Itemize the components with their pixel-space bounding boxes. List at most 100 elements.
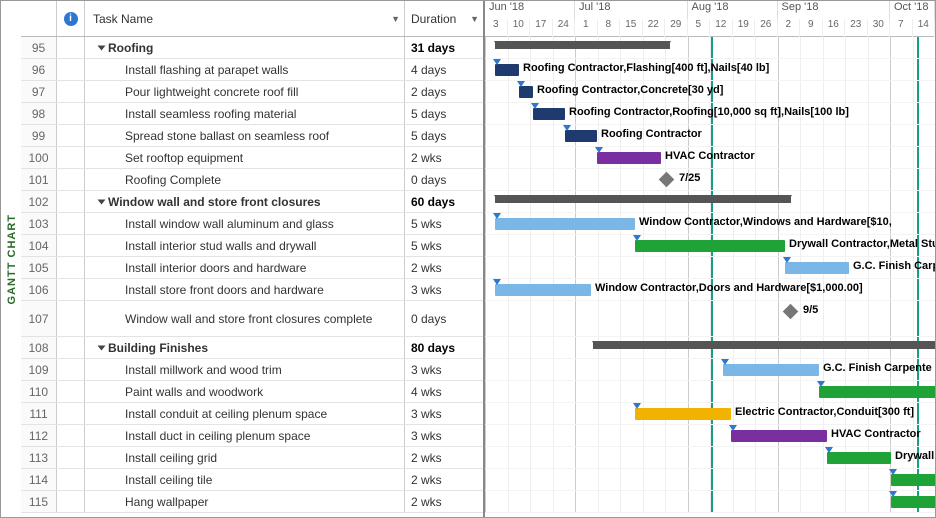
gantt-row: Paint [485,381,935,403]
table-row[interactable]: 105Install interior doors and hardware2 … [21,257,483,279]
table-row[interactable]: 102Window wall and store front closures6… [21,191,483,213]
gantt-bar[interactable] [785,262,849,274]
gantt-row: Drywall Contractor,Metal Studs [485,235,935,257]
task-name: Window wall and store front closures com… [125,312,372,326]
table-row[interactable]: 100Set rooftop equipment2 wks [21,147,483,169]
gantt-bar[interactable] [597,152,661,164]
gantt-bar[interactable] [723,364,819,376]
col-header-duration[interactable]: Duration▼ [405,1,483,36]
gantt-bar[interactable] [731,430,827,442]
gantt-bar[interactable] [519,86,533,98]
gantt-row: Drywall Con [485,447,935,469]
day-header: 2 [778,19,801,37]
table-row[interactable]: 115Hang wallpaper2 wks [21,491,483,513]
task-name: Install millwork and wood trim [125,363,282,377]
collapse-icon[interactable] [98,45,106,50]
gantt-bar[interactable] [891,474,935,486]
gantt-bar[interactable] [533,108,565,120]
task-duration: 0 days [405,169,483,190]
bar-label: HVAC Contractor [831,428,921,440]
gantt-bar[interactable] [635,240,785,252]
task-name: Building Finishes [108,341,208,355]
task-grid: i Task Name▼ Duration▼ 95Roofing31 days9… [21,1,485,517]
month-header: Sep '18 [778,1,891,19]
row-id: 101 [21,169,57,190]
bar-label: G.C. Finish Carpente [823,362,932,374]
table-row[interactable]: 97Pour lightweight concrete roof fill2 d… [21,81,483,103]
gantt-bar[interactable] [495,284,591,296]
gantt-row: Roofing Contractor,Roofing[10,000 sq ft]… [485,103,935,125]
table-row[interactable]: 96Install flashing at parapet walls4 day… [21,59,483,81]
task-name: Pour lightweight concrete roof fill [125,85,298,99]
row-id: 104 [21,235,57,256]
day-header: 23 [845,19,868,37]
task-name: Spread stone ballast on seamless roof [125,129,329,143]
bar-label: G.C. Finish Carpenter C [853,260,935,272]
gantt-bar[interactable] [819,386,935,398]
link-arrow-icon [493,279,501,285]
link-arrow-icon [889,469,897,475]
table-row[interactable]: 106Install store front doors and hardwar… [21,279,483,301]
table-row[interactable]: 112Install duct in ceiling plenum space3… [21,425,483,447]
table-row[interactable]: 110Paint walls and woodwork4 wks [21,381,483,403]
row-id: 110 [21,381,57,402]
day-header: 7 [890,19,913,37]
gantt-row: HVAC Contractor [485,147,935,169]
gantt-bar[interactable] [827,452,891,464]
day-header: 29 [665,19,688,37]
milestone-icon[interactable] [783,304,799,320]
task-name: Window wall and store front closures [108,195,321,209]
task-duration: 80 days [405,337,483,358]
bar-label: 7/25 [679,172,700,184]
task-duration: 5 wks [405,235,483,256]
row-id: 99 [21,125,57,146]
table-row[interactable]: 111Install conduit at ceiling plenum spa… [21,403,483,425]
gantt-bar[interactable] [495,218,635,230]
table-row[interactable]: 109Install millwork and wood trim3 wks [21,359,483,381]
row-id: 112 [21,425,57,446]
bar-label: HVAC Contractor [665,150,755,162]
table-row[interactable]: 103Install window wall aluminum and glas… [21,213,483,235]
summary-bar[interactable] [495,41,670,49]
link-arrow-icon [817,381,825,387]
task-duration: 5 days [405,125,483,146]
link-arrow-icon [493,213,501,219]
gantt-row [485,191,935,213]
table-row[interactable]: 99 Spread stone ballast on seamless roof 5… [21,125,483,147]
month-header: Jun '18 [485,1,575,19]
day-header: 19 [733,19,756,37]
day-header: 15 [620,19,643,37]
bar-label: Window Contractor,Windows and Hardware[$… [639,216,892,228]
row-id: 95 [21,37,57,58]
milestone-icon[interactable] [659,172,675,188]
gantt-row: Window Contractor,Windows and Hardware[$… [485,213,935,235]
summary-bar[interactable] [593,341,935,349]
table-row[interactable]: 104Install interior stud walls and drywa… [21,235,483,257]
day-header: 3 [485,19,508,37]
task-name: Install conduit at ceiling plenum space [125,407,327,421]
col-header-name[interactable]: Task Name▼ [85,1,405,36]
gantt-bar[interactable] [495,64,519,76]
table-row[interactable]: 108Building Finishes80 days [21,337,483,359]
chevron-down-icon[interactable]: ▼ [391,14,400,24]
table-row[interactable]: 114Install ceiling tile2 wks [21,469,483,491]
gantt-row: Dryw [485,469,935,491]
chevron-down-icon[interactable]: ▼ [470,14,479,24]
gantt-bar[interactable] [891,496,935,508]
table-row[interactable]: 95Roofing31 days [21,37,483,59]
row-id: 97 [21,81,57,102]
task-duration: 2 wks [405,469,483,490]
table-row[interactable]: 107Window wall and store front closures … [21,301,483,337]
task-duration: 3 wks [405,425,483,446]
gantt-bar[interactable] [635,408,731,420]
table-row[interactable]: 98Install seamless roofing material5 day… [21,103,483,125]
collapse-icon[interactable] [98,345,106,350]
collapse-icon[interactable] [98,199,106,204]
summary-bar[interactable] [495,195,791,203]
gantt-bar[interactable] [565,130,597,142]
task-duration: 60 days [405,191,483,212]
task-name: Roofing [108,41,153,55]
table-row[interactable]: 113Install ceiling grid2 wks [21,447,483,469]
table-row[interactable]: 101Roofing Complete0 days [21,169,483,191]
gantt-row: HVAC Contractor [485,425,935,447]
